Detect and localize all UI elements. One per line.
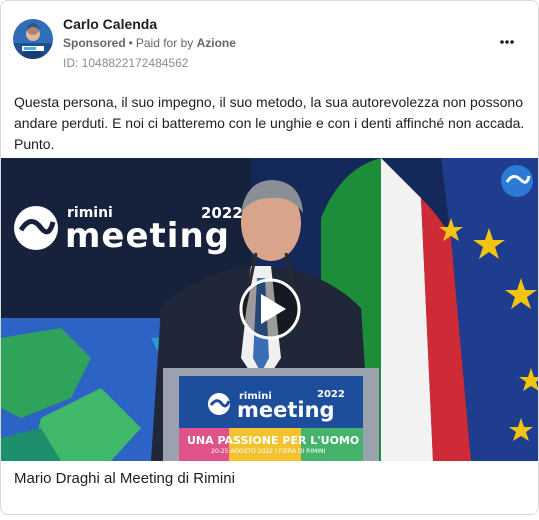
post-header: Carlo Calenda Sponsored • Paid for by Azio…: [1, 1, 538, 81]
banner-year: 2022: [201, 204, 243, 222]
sponsored-meta: Sponsored • Paid for by Azione: [63, 36, 236, 50]
banner-meeting: meeting: [65, 216, 230, 256]
more-options-icon[interactable]: [495, 29, 519, 53]
podium-slogan: UNA PASSIONE PER L'UOMO: [187, 434, 360, 447]
avatar[interactable]: [13, 19, 53, 59]
video-caption[interactable]: Mario Draghi al Meeting di Rimini: [14, 470, 235, 487]
ad-card: Carlo Calenda Sponsored • Paid for by Azio…: [0, 0, 539, 515]
advertiser-name[interactable]: Azione: [197, 36, 236, 50]
paid-for-prefix: Paid for by: [135, 36, 194, 50]
podium-dates: 20-25 AGOSTO 2022 | FIERA DI RIMINI: [211, 448, 326, 455]
podium-year: 2022: [317, 389, 345, 400]
podium-meeting: meeting: [237, 398, 335, 422]
separator-dot: •: [128, 36, 133, 50]
sponsored-label: Sponsored: [63, 36, 126, 50]
video-player[interactable]: rimini meeting 2022 rimini meeting 2022 …: [1, 158, 538, 461]
play-icon[interactable]: [241, 280, 299, 338]
post-text: Questa persona, il suo impegno, il suo m…: [14, 94, 525, 152]
author-name[interactable]: Carlo Calenda: [63, 16, 157, 32]
ad-id: ID: 1048822172484562: [63, 56, 189, 70]
